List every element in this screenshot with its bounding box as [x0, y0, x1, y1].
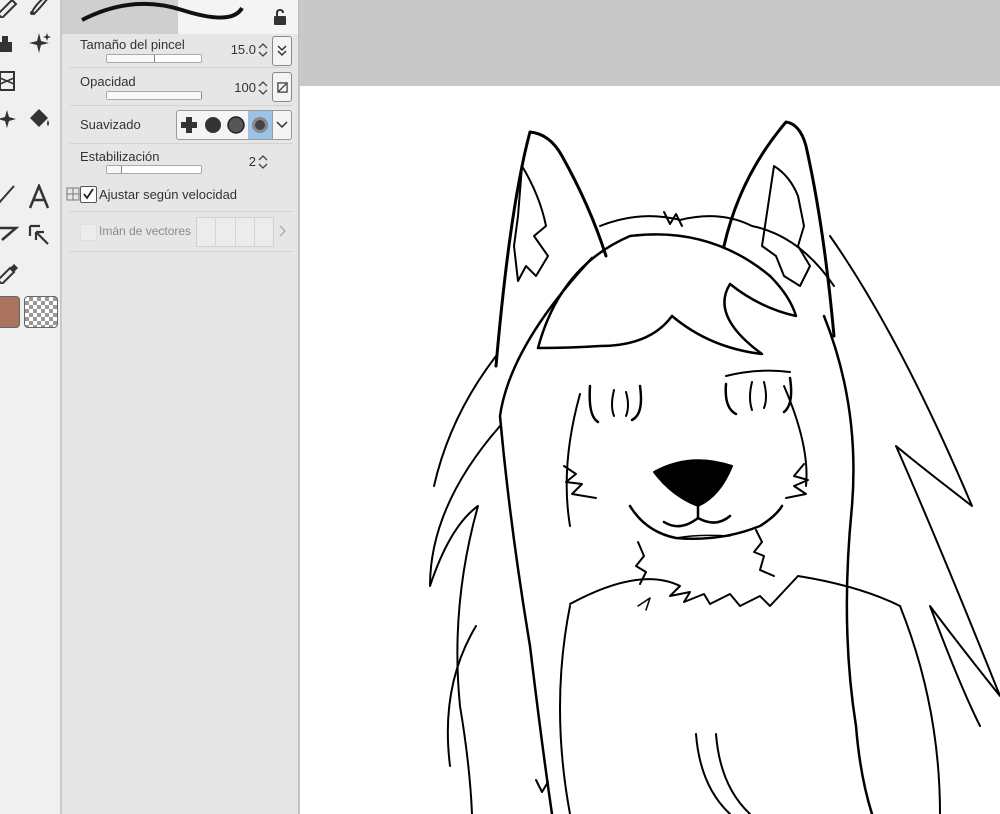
- stabilization-row: Estabilización 2: [70, 144, 292, 180]
- vector-magnet-options[interactable]: [196, 217, 274, 247]
- stabilization-slider-fill: [107, 166, 122, 173]
- brush-size-spinner-icon[interactable]: [258, 42, 268, 58]
- antialiasing-label: Suavizado: [80, 117, 141, 132]
- speed-adjust-checkbox[interactable]: [80, 186, 97, 203]
- tool-palette: [0, 0, 61, 814]
- tool-property-panel: Tamaño del pincel 15.0 Opacidad 100 Suav…: [62, 0, 299, 814]
- opacity-label: Opacidad: [80, 74, 136, 89]
- stabilization-spinner-icon[interactable]: [258, 154, 268, 170]
- opacity-value[interactable]: 100: [220, 80, 256, 95]
- opacity-slider[interactable]: [106, 91, 202, 100]
- pen-icon[interactable]: [0, 0, 22, 20]
- stabilization-slider[interactable]: [106, 165, 202, 174]
- transparent-color-swatch[interactable]: [24, 296, 58, 328]
- pressure-size-button[interactable]: [272, 36, 292, 66]
- vector-magnet-label: Imán de vectores: [99, 224, 192, 238]
- opacity-row: Opacidad 100: [70, 68, 292, 106]
- chevron-right-icon[interactable]: [278, 225, 288, 237]
- line-icon[interactable]: [0, 180, 22, 210]
- brush-size-label: Tamaño del pincel: [80, 37, 185, 52]
- speed-adjust-label: Ajustar según velocidad: [99, 187, 238, 202]
- sparkle-icon[interactable]: [24, 28, 54, 58]
- medium-icon: [227, 116, 246, 134]
- vector-magnet-row: Imán de vectores: [70, 212, 292, 252]
- wolf-line-art: [429, 120, 1000, 814]
- pressure-opacity-button[interactable]: [272, 72, 292, 102]
- eyedropper-icon[interactable]: [0, 256, 22, 286]
- text-icon[interactable]: [24, 182, 54, 212]
- antialiasing-weak-option[interactable]: [201, 111, 225, 139]
- antialiasing-dropdown[interactable]: [272, 111, 291, 139]
- weak-icon: [204, 117, 221, 133]
- antialiasing-medium-option[interactable]: [225, 111, 249, 139]
- brush-stroke-preview: [62, 0, 298, 34]
- antialiasing-selector: [176, 110, 292, 140]
- strong-icon: [252, 117, 269, 133]
- vector-icon[interactable]: [0, 218, 22, 248]
- stabilization-label: Estabilización: [80, 149, 160, 164]
- chevrons-down-icon: [277, 45, 287, 57]
- speed-adjust-row: Ajustar según velocidad: [66, 180, 292, 212]
- antialiasing-strong-option[interactable]: [248, 111, 273, 139]
- select-icon[interactable]: [24, 220, 54, 250]
- fill-icon[interactable]: [0, 28, 22, 58]
- brush-size-value[interactable]: 15.0: [220, 42, 256, 57]
- none-icon: [180, 117, 197, 133]
- expand-grid-icon[interactable]: [66, 187, 80, 201]
- opacity-spinner-icon[interactable]: [258, 80, 268, 96]
- brush-icon[interactable]: [24, 0, 54, 20]
- main-color-swatch[interactable]: [0, 296, 20, 328]
- lock-icon[interactable]: [272, 8, 288, 26]
- chevron-down-icon: [276, 121, 288, 129]
- pressure-off-icon: [276, 81, 288, 93]
- bucket-icon[interactable]: [24, 104, 54, 134]
- opacity-slider-fill: [107, 92, 202, 99]
- antialiasing-none-option[interactable]: [177, 111, 201, 139]
- vector-magnet-checkbox[interactable]: [80, 224, 97, 241]
- stabilization-value[interactable]: 2: [220, 154, 256, 169]
- blur-icon[interactable]: [0, 104, 22, 134]
- brush-size-slider-fill: [107, 55, 155, 62]
- checkmark-icon: [83, 188, 94, 200]
- workspace: [300, 0, 1000, 814]
- brush-size-slider[interactable]: [106, 54, 202, 63]
- brush-size-row: Tamaño del pincel 15.0: [70, 34, 292, 68]
- layers-icon[interactable]: [0, 66, 22, 96]
- drawing-canvas[interactable]: [300, 86, 1000, 814]
